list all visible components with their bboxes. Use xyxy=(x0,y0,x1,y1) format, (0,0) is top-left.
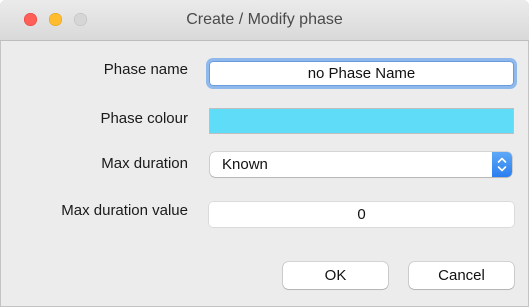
dialog-window: Create / Modify phase Phase name no Phas… xyxy=(0,0,529,307)
max-duration-value-label: Max duration value xyxy=(61,202,188,219)
ok-button[interactable]: OK xyxy=(283,262,388,289)
phase-name-input[interactable]: no Phase Name xyxy=(209,61,514,86)
phase-colour-swatch[interactable] xyxy=(209,108,514,134)
phase-colour-label: Phase colour xyxy=(100,110,188,127)
title-bar[interactable]: Create / Modify phase xyxy=(0,0,529,41)
cancel-button[interactable]: Cancel xyxy=(409,262,514,289)
phase-name-label: Phase name xyxy=(103,61,188,78)
select-arrows-icon xyxy=(492,152,512,177)
max-duration-select[interactable]: Known xyxy=(210,152,512,177)
max-duration-label: Max duration xyxy=(101,155,188,172)
max-duration-selected-value: Known xyxy=(222,156,268,173)
window-title: Create / Modify phase xyxy=(186,11,343,28)
max-duration-value-input[interactable]: 0 xyxy=(209,202,514,227)
